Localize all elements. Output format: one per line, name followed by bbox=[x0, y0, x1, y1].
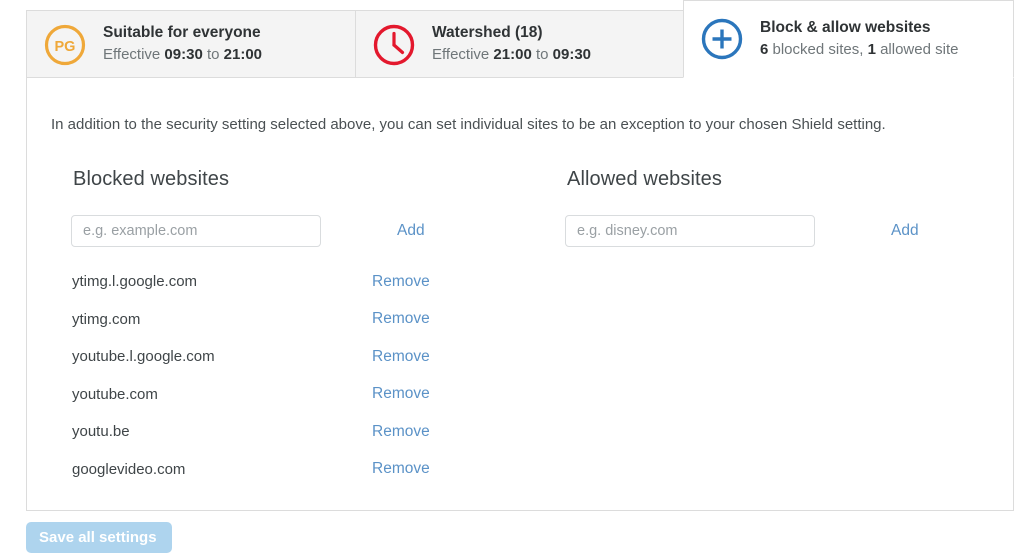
tab-sub-start-time: 21:00 bbox=[493, 46, 532, 64]
list-item: youtu.be Remove bbox=[71, 413, 520, 451]
tab-sub-end-time: 09:30 bbox=[552, 46, 592, 64]
blocked-site-remove-button[interactable]: Remove bbox=[372, 385, 430, 403]
tab-sub-mid: blocked sites, bbox=[768, 40, 868, 58]
allowed-site-input[interactable] bbox=[565, 215, 815, 247]
blocked-site-name: ytimg.com bbox=[72, 310, 141, 328]
blocked-sites-list: ytimg.l.google.com Remove ytimg.com Remo… bbox=[71, 263, 520, 488]
list-item: ytimg.com Remove bbox=[71, 301, 520, 339]
tab-watershed[interactable]: Watershed (18) Effective 21:00 to 09:30 bbox=[355, 10, 684, 78]
tab-text-block: Watershed (18) Effective 21:00 to 09:30 bbox=[432, 23, 591, 65]
panel-intro-text: In addition to the security setting sele… bbox=[51, 116, 886, 133]
blocked-site-remove-button[interactable]: Remove bbox=[372, 310, 430, 328]
tab-title: Block & allow websites bbox=[760, 18, 931, 36]
blocked-site-remove-button[interactable]: Remove bbox=[372, 273, 430, 291]
allowed-add-row: Add bbox=[565, 215, 1013, 247]
allowed-websites-heading: Allowed websites bbox=[567, 168, 723, 190]
tab-sub-end-time: 21:00 bbox=[223, 46, 263, 64]
blocked-site-remove-button[interactable]: Remove bbox=[372, 423, 430, 441]
tab-subtitle: Effective 09:30 to 21:00 bbox=[103, 45, 262, 65]
tab-block-and-allow-websites[interactable]: Block & allow websites 6 blocked sites, … bbox=[683, 0, 1014, 78]
blocked-site-name: googlevideo.com bbox=[72, 460, 186, 478]
blocked-site-name: youtu.be bbox=[72, 423, 130, 441]
list-item: youtube.l.google.com Remove bbox=[71, 338, 520, 376]
tab-text-block: Block & allow websites 6 blocked sites, … bbox=[760, 18, 958, 60]
pg-rating-icon-label: PG bbox=[55, 39, 76, 55]
pg-rating-icon: PG bbox=[43, 23, 87, 67]
save-all-settings-button[interactable]: Save all settings bbox=[26, 522, 172, 553]
blocked-site-name: youtube.com bbox=[72, 385, 158, 403]
exceptions-panel: In addition to the security setting sele… bbox=[26, 77, 1014, 511]
plus-circle-icon bbox=[700, 17, 744, 61]
blocked-add-row: Add bbox=[71, 215, 520, 247]
blocked-websites-column: Blocked websites Add ytimg.l.google.com … bbox=[27, 168, 520, 488]
list-item: googlevideo.com Remove bbox=[71, 451, 520, 489]
allowed-add-button[interactable]: Add bbox=[891, 222, 919, 240]
allowed-websites-column: Allowed websites Add bbox=[520, 168, 1013, 488]
tab-sub-start-time: 09:30 bbox=[164, 46, 203, 64]
tab-title: Watershed (18) bbox=[432, 24, 543, 42]
blocked-add-button[interactable]: Add bbox=[397, 222, 425, 240]
tab-sub-mid: to bbox=[202, 46, 224, 64]
tab-sub-tail: allowed site bbox=[875, 40, 959, 58]
tab-subtitle: 6 blocked sites, 1 allowed site bbox=[760, 40, 958, 60]
blocked-site-input[interactable] bbox=[71, 215, 321, 247]
list-item: youtube.com Remove bbox=[71, 376, 520, 414]
blocked-websites-heading: Blocked websites bbox=[73, 168, 230, 190]
tab-title: Suitable for everyone bbox=[103, 24, 261, 42]
tab-subtitle: Effective 21:00 to 09:30 bbox=[432, 45, 591, 65]
blocked-site-name: youtube.l.google.com bbox=[72, 348, 215, 366]
tab-sub-prefix: Effective bbox=[103, 46, 165, 64]
blocked-site-name: ytimg.l.google.com bbox=[72, 273, 198, 291]
blocked-site-remove-button[interactable]: Remove bbox=[372, 460, 430, 478]
shield-tab-strip: PG Suitable for everyone Effective 09:30… bbox=[26, 0, 1014, 78]
tab-sub-prefix: Effective bbox=[432, 46, 494, 64]
tab-allowed-count: 1 bbox=[867, 40, 876, 58]
tab-suitable-for-everyone[interactable]: PG Suitable for everyone Effective 09:30… bbox=[26, 10, 356, 78]
clock-icon bbox=[372, 23, 416, 67]
tab-text-block: Suitable for everyone Effective 09:30 to… bbox=[103, 23, 262, 65]
website-lists-columns: Blocked websites Add ytimg.l.google.com … bbox=[27, 168, 1013, 488]
tab-sub-mid: to bbox=[531, 46, 553, 64]
blocked-site-remove-button[interactable]: Remove bbox=[372, 348, 430, 366]
list-item: ytimg.l.google.com Remove bbox=[71, 263, 520, 301]
